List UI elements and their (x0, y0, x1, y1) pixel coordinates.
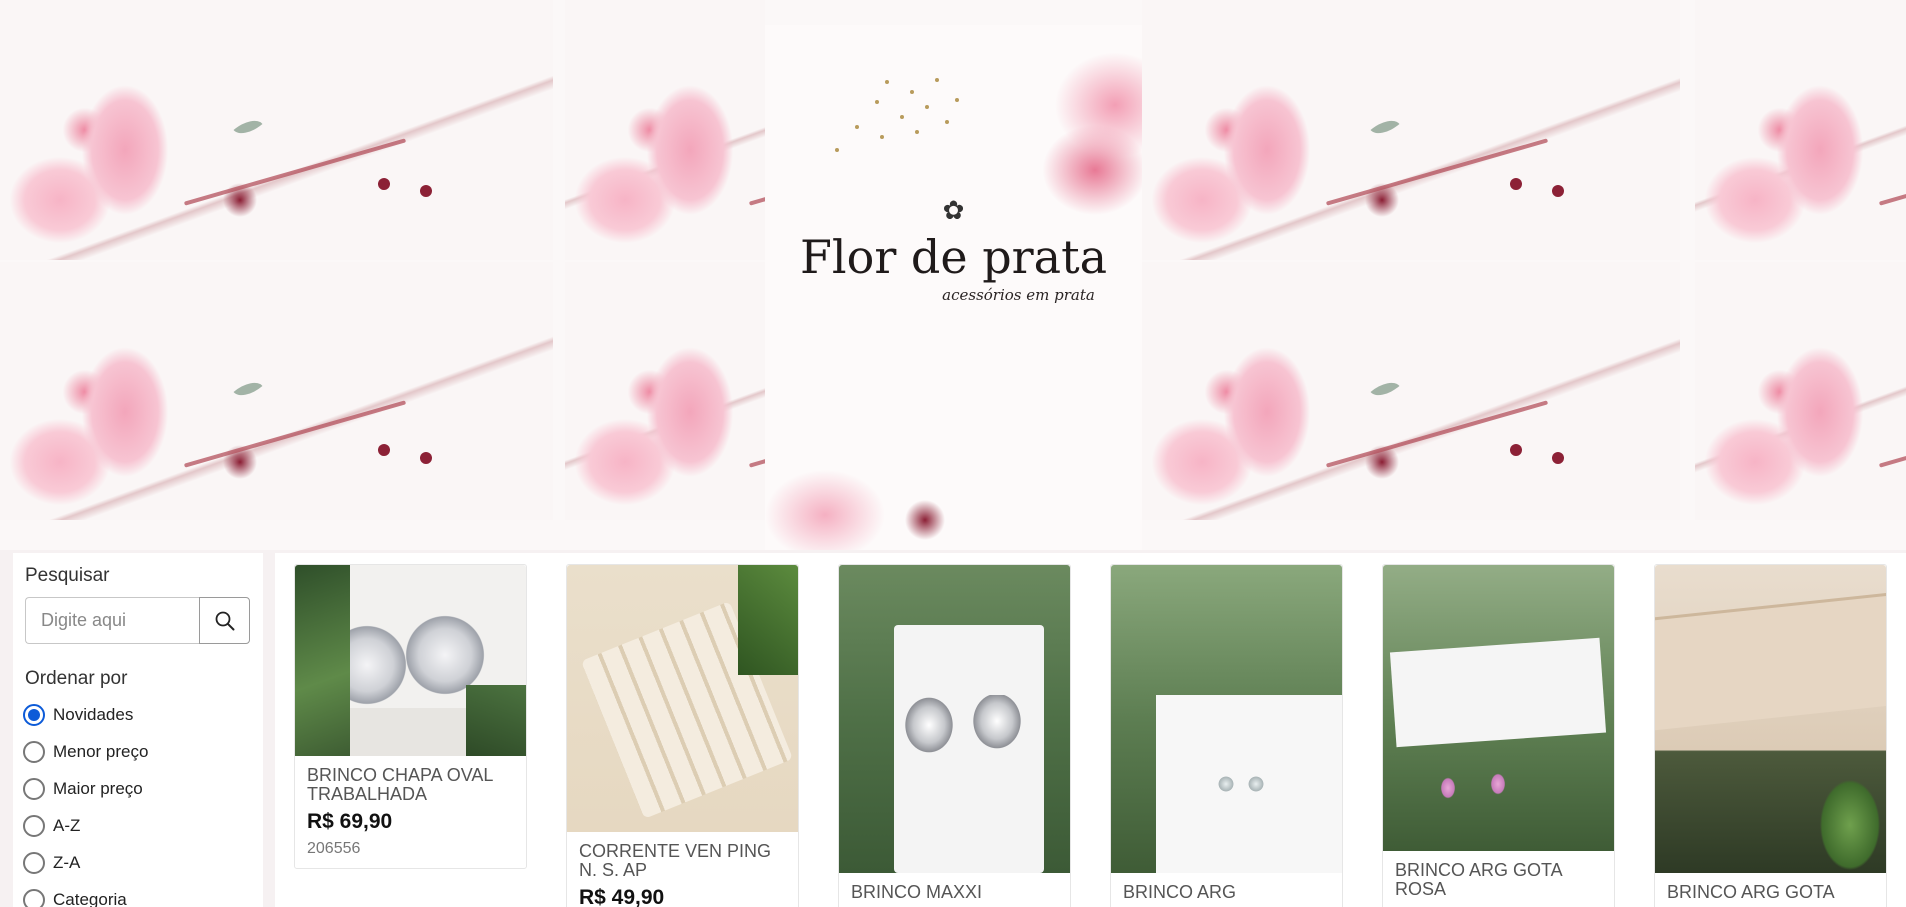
sort-option-novidades[interactable]: Novidades (23, 696, 251, 733)
product-image[interactable] (295, 565, 526, 756)
sort-option-label: Z-A (53, 852, 81, 872)
product-name[interactable]: BRINCO CHAPA OVAL TRABALHADA (307, 766, 514, 804)
search-bar (25, 597, 250, 644)
radio-button[interactable] (23, 740, 45, 763)
sort-option-label: A-Z (53, 815, 81, 835)
logo-panel: ✿ Flor de prata acessórios em prata (765, 25, 1142, 550)
hero-banner: ✿ Flor de prata acessórios em prata (0, 0, 1906, 550)
product-code: 206556 (307, 840, 361, 857)
logo-subtitle: acessórios em prata (942, 286, 1095, 304)
gold-dots-decoration (815, 70, 975, 152)
floral-tile (0, 262, 553, 520)
product-grid: BRINCO CHAPA OVAL TRABALHADA R$ 69,90 20… (275, 553, 1906, 907)
product-image[interactable] (1655, 565, 1886, 873)
product-card[interactable]: BRINCO MAXXI (838, 564, 1071, 907)
product-name[interactable]: BRINCO MAXXI (851, 883, 1058, 902)
floral-tile (1695, 262, 1906, 520)
product-card[interactable]: BRINCO CHAPA OVAL TRABALHADA R$ 69,90 20… (294, 564, 527, 869)
search-button[interactable] (199, 597, 250, 644)
sort-option-maior-preco[interactable]: Maior preço (23, 770, 251, 807)
sort-option-z-a[interactable]: Z-A (23, 844, 251, 881)
radio-button[interactable] (23, 851, 45, 874)
product-name[interactable]: CORRENTE VEN PING N. S. AP (579, 842, 786, 880)
floral-tile (1142, 0, 1680, 260)
sort-option-menor-preco[interactable]: Menor preço (23, 733, 251, 770)
floral-tile (1695, 0, 1906, 260)
logo-title: Flor de prata (800, 230, 1107, 284)
product-image[interactable] (567, 565, 798, 832)
radio-button-checked[interactable] (23, 703, 45, 726)
product-card[interactable]: BRINCO ARG (1110, 564, 1343, 907)
product-name[interactable]: BRINCO ARG (1123, 883, 1330, 902)
product-price: R$ 49,90 (579, 886, 665, 907)
filter-sidebar: Pesquisar Ordenar por Novidades Menor pr… (13, 553, 263, 907)
sort-options: Novidades Menor preço Maior preço A-Z Z-… (23, 696, 251, 907)
sort-option-a-z[interactable]: A-Z (23, 807, 251, 844)
radio-button[interactable] (23, 814, 45, 837)
sort-option-label: Maior preço (53, 778, 143, 798)
product-image[interactable] (839, 565, 1070, 873)
sort-option-label: Novidades (53, 704, 134, 724)
product-name[interactable]: BRINCO ARG GOTA ROSA (1395, 861, 1602, 899)
product-card[interactable]: CORRENTE VEN PING N. S. AP R$ 49,90 (566, 564, 799, 907)
radio-button[interactable] (23, 777, 45, 800)
search-icon (215, 611, 234, 630)
product-image[interactable] (1383, 565, 1614, 851)
floral-tile (1142, 262, 1680, 520)
search-input[interactable] (25, 597, 199, 644)
radio-button[interactable] (23, 888, 45, 907)
search-title: Pesquisar (25, 565, 110, 586)
sort-option-label: Categoria (53, 889, 127, 907)
store-logo[interactable]: ✿ Flor de prata acessórios em prata (765, 195, 1142, 304)
product-card[interactable]: BRINCO ARG GOTA (1654, 564, 1887, 907)
product-image[interactable] (1111, 565, 1342, 873)
floral-tile (0, 0, 553, 260)
order-title: Ordenar por (25, 668, 128, 689)
sort-option-label: Menor preço (53, 741, 149, 761)
floral-tile (565, 0, 765, 260)
floral-tile (565, 262, 765, 520)
product-name[interactable]: BRINCO ARG GOTA (1667, 883, 1874, 902)
product-card[interactable]: BRINCO ARG GOTA ROSA (1382, 564, 1615, 907)
sort-option-categoria[interactable]: Categoria (23, 881, 251, 907)
product-price: R$ 69,90 (307, 810, 393, 833)
flower-icon: ✿ (942, 195, 965, 225)
